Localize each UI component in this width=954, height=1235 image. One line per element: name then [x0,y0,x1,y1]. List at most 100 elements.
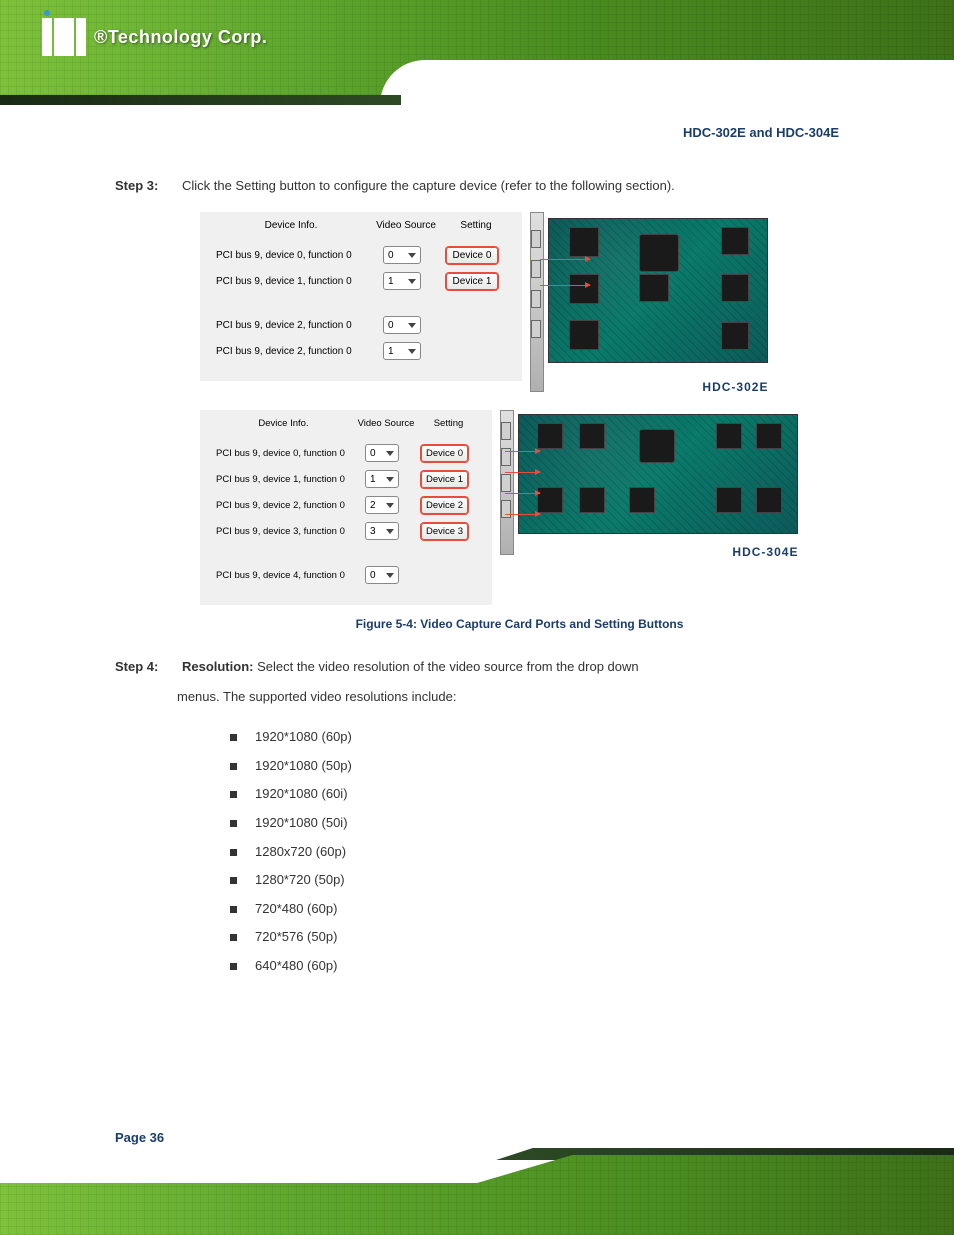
circuit-pattern [0,1155,954,1235]
step3-label: Step 3: [115,178,158,193]
device-setting-button[interactable]: Device 2 [421,497,468,514]
step4-text: Resolution: Select the video resolution … [182,659,639,674]
table-row: PCI bus 9, device 0, function 0 0 Device… [212,245,510,265]
figure-row-302: Device Info. Video Source Setting PCI bu… [200,212,839,392]
list-item: 1920*1080 (50i) [230,809,839,838]
board-label-302: HDC-302E [702,380,768,394]
footer-bg [0,1155,954,1235]
arrow-line [540,259,590,260]
device-setting-button[interactable]: Device 1 [421,471,468,488]
pcb-board [518,414,798,534]
page-header: ®Technology Corp. [0,0,954,120]
video-source-dropdown[interactable]: 0 [365,566,399,584]
col-setting: Setting [446,220,506,231]
bullet-icon [230,877,237,884]
bullet-icon [230,791,237,798]
video-source-dropdown[interactable]: 0 [383,316,421,334]
device-info-text: PCI bus 9, device 4, function 0 [212,570,347,581]
arrow-line [505,514,540,515]
bullet-icon [230,763,237,770]
chevron-down-icon [408,349,416,354]
chevron-down-icon [386,529,394,534]
device-setting-button[interactable]: Device 0 [421,445,468,462]
header-dark-band [0,95,401,105]
chevron-down-icon [408,323,416,328]
col-device-info: Device Info. [216,220,366,231]
device-info-text: PCI bus 9, device 1, function 0 [212,276,362,287]
device-info-text: PCI bus 9, device 0, function 0 [212,250,362,261]
chevron-down-icon [408,253,416,258]
device-info-text: PCI bus 9, device 1, function 0 [212,474,347,485]
resolution-list: 1920*1080 (60p) 1920*1080 (50p) 1920*108… [230,723,839,980]
page-footer [0,1125,954,1235]
video-source-dropdown[interactable]: 1 [383,342,421,360]
main-content: Step 3: Click the Setting button to conf… [115,175,839,981]
board-image-304: HDC-304E [500,410,798,555]
arrow-line [505,493,540,494]
chevron-down-icon [386,573,394,578]
video-source-dropdown[interactable]: 0 [365,444,399,462]
board-image-302: HDC-302E [530,212,768,392]
table-row: PCI bus 9, device 3, function 0 3 Device… [212,521,480,541]
pcb-board [548,218,768,363]
device-info-text: PCI bus 9, device 2, function 0 [212,500,347,511]
list-item: 1920*1080 (50p) [230,752,839,781]
page-title: HDC-302E and HDC-304E [683,125,839,140]
step3: Step 3: Click the Setting button to conf… [115,175,839,197]
device-info-text: PCI bus 9, device 0, function 0 [212,448,347,459]
arrow-line [540,285,590,286]
col-video-source: Video Source [366,220,446,231]
board-label-304: HDC-304E [732,545,798,559]
table-row: PCI bus 9, device 1, function 0 1 Device… [212,469,480,489]
video-source-dropdown[interactable]: 0 [383,246,421,264]
list-item: 720*480 (60p) [230,895,839,924]
chevron-down-icon [408,279,416,284]
step4-continuation: menus. The supported video resolutions i… [177,686,839,708]
video-source-dropdown[interactable]: 1 [365,470,399,488]
video-source-dropdown[interactable]: 1 [383,272,421,290]
step4-label: Step 4: [115,659,158,674]
settings-panel-304: Device Info. Video Source Setting PCI bu… [200,410,492,605]
device-setting-button[interactable]: Device 1 [446,273,499,290]
device-setting-button[interactable]: Device 0 [446,247,499,264]
col-device-info: Device Info. [216,418,351,429]
panel-header: Device Info. Video Source Setting [212,220,510,231]
figure-caption: Figure 5-4: Video Capture Card Ports and… [200,617,839,631]
logo-icon [42,18,86,56]
arrow-line [505,472,540,473]
step4: Step 4: Resolution: Select the video res… [115,656,839,708]
table-row: PCI bus 9, device 2, function 0 0 [212,315,510,335]
device-info-text: PCI bus 9, device 3, function 0 [212,526,347,537]
chevron-down-icon [386,451,394,456]
settings-panel-302: Device Info. Video Source Setting PCI bu… [200,212,522,381]
chevron-down-icon [386,503,394,508]
table-row: PCI bus 9, device 2, function 0 1 [212,341,510,361]
arrow-line [505,451,540,452]
device-info-text: PCI bus 9, device 2, function 0 [212,346,362,357]
bullet-icon [230,963,237,970]
figure-row-304: Device Info. Video Source Setting PCI bu… [200,410,839,605]
bullet-icon [230,820,237,827]
list-item: 720*576 (50p) [230,923,839,952]
figure-block: Device Info. Video Source Setting PCI bu… [200,212,839,631]
step3-text: Click the Setting button to configure th… [182,178,675,193]
table-row: PCI bus 9, device 2, function 0 2 Device… [212,495,480,515]
device-setting-button[interactable]: Device 3 [421,523,468,540]
panel-header: Device Info. Video Source Setting [212,418,480,429]
list-item: 1280x720 (60p) [230,838,839,867]
list-item: 1920*1080 (60p) [230,723,839,752]
header-curve [380,60,954,105]
video-source-dropdown[interactable]: 3 [365,522,399,540]
chevron-down-icon [386,477,394,482]
bullet-icon [230,906,237,913]
list-item: 1280*720 (50p) [230,866,839,895]
pci-bracket [500,410,514,555]
logo-text: ®Technology Corp. [94,27,267,48]
bullet-icon [230,734,237,741]
logo: ®Technology Corp. [42,18,267,56]
bullet-icon [230,934,237,941]
device-info-text: PCI bus 9, device 2, function 0 [212,320,362,331]
video-source-dropdown[interactable]: 2 [365,496,399,514]
table-row: PCI bus 9, device 1, function 0 1 Device… [212,271,510,291]
pci-bracket [530,212,544,392]
